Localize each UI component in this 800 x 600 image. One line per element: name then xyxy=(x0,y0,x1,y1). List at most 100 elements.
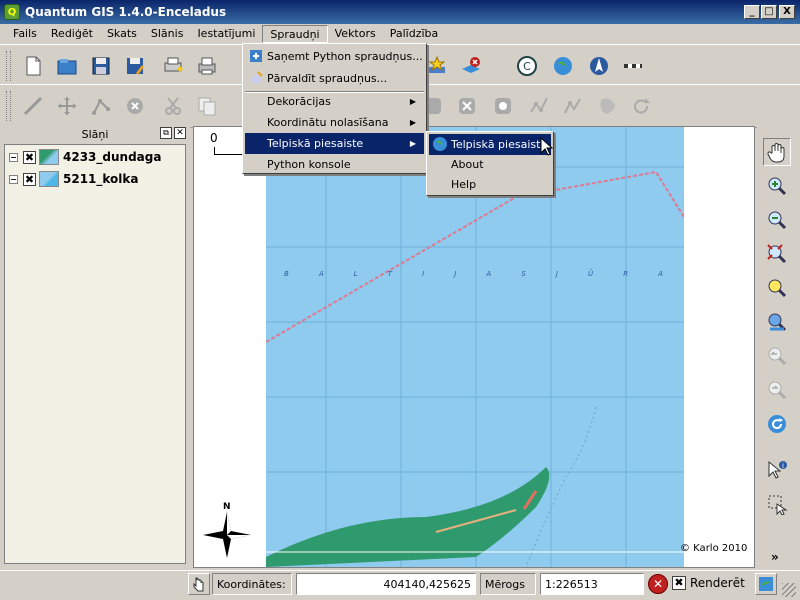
menu-help[interactable]: Palīdzība xyxy=(383,25,446,43)
layer-visibility-checkbox[interactable]: ✖ xyxy=(23,172,36,186)
scale-bar-icon[interactable] xyxy=(620,53,646,79)
select-features-icon[interactable] xyxy=(763,490,791,518)
georeferencer-globe-icon xyxy=(433,137,447,151)
reshape-icon[interactable] xyxy=(526,93,552,119)
maximize-button[interactable]: □ xyxy=(761,5,777,19)
menu-settings[interactable]: Iestatījumi xyxy=(190,25,262,43)
layers-panel-header: Slāņi ⧉ ✕ xyxy=(0,126,190,142)
delete-ring-icon[interactable] xyxy=(454,93,480,119)
coordinates-label: Koordinātes: xyxy=(212,573,292,595)
zoom-last-icon[interactable] xyxy=(763,342,791,370)
delete-part-icon[interactable] xyxy=(490,93,516,119)
close-button[interactable]: X xyxy=(779,5,795,19)
layer-name: 4233_dundaga xyxy=(63,150,162,164)
menu-item-decorations[interactable]: Dekorācijas ▶ xyxy=(245,91,424,112)
node-tool-icon[interactable] xyxy=(88,93,114,119)
stop-render-icon[interactable]: ✕ xyxy=(648,574,668,594)
collapse-icon[interactable]: − xyxy=(9,152,18,162)
submenu-arrow-icon: ▶ xyxy=(409,118,416,127)
scale-field[interactable]: 1:226513 xyxy=(540,573,644,595)
identify-icon[interactable]: i xyxy=(763,456,791,484)
remove-layer-icon[interactable] xyxy=(458,53,484,79)
window-title: Quantum GIS 1.4.0-Enceladus xyxy=(25,5,227,19)
menu-item-label: About xyxy=(451,158,484,171)
resize-grip[interactable] xyxy=(782,583,796,597)
zoom-to-selection-icon[interactable] xyxy=(763,274,791,302)
zoom-next-icon[interactable] xyxy=(763,376,791,404)
projection-icon[interactable] xyxy=(755,573,777,595)
menu-item-georeferencer[interactable]: Telpiskā piesaiste ▶ xyxy=(245,133,424,154)
copy-features-icon[interactable] xyxy=(194,93,220,119)
submenu-item-georeferencer[interactable]: Telpiskā piesaiste xyxy=(429,134,551,155)
menu-item-fetch-python-plugins[interactable]: Saņemt Python spraudņus... xyxy=(245,46,424,67)
menu-item-coordinate-capture[interactable]: Koordinātu nolasīšana ▶ xyxy=(245,112,424,133)
menu-item-label: Koordinātu nolasīšana xyxy=(267,116,389,129)
mouse-cursor-icon xyxy=(540,137,554,156)
layer-tree: − ✖ 4233_dundaga − ✖ 5211_kolka xyxy=(4,144,186,564)
offset-curve-icon[interactable] xyxy=(560,93,586,119)
globe-icon[interactable] xyxy=(550,53,576,79)
zoom-out-icon[interactable] xyxy=(763,206,791,234)
new-project-icon[interactable] xyxy=(20,53,46,79)
refresh-icon[interactable] xyxy=(763,410,791,438)
pan-hand-icon[interactable] xyxy=(763,138,791,166)
submenu-arrow-icon: ▶ xyxy=(409,139,416,148)
sea-label-letter: I xyxy=(422,270,426,278)
sea-label-letter: R xyxy=(623,270,630,278)
simplify-icon[interactable] xyxy=(594,93,620,119)
capture-line-icon[interactable] xyxy=(20,93,46,119)
copyright-icon[interactable]: C xyxy=(514,53,540,79)
menu-file[interactable]: Fails xyxy=(6,25,44,43)
menu-item-label: Pārvaldīt spraudņus... xyxy=(267,72,388,85)
menu-item-label: Telpiskā piesaiste xyxy=(267,137,364,150)
submenu-item-about[interactable]: About xyxy=(429,154,551,175)
north-arrow-icon[interactable] xyxy=(586,53,612,79)
menu-item-label: Help xyxy=(451,178,477,191)
move-feature-icon[interactable] xyxy=(54,93,80,119)
float-panel-icon[interactable]: ⧉ xyxy=(160,127,172,139)
toolbar-grip[interactable] xyxy=(6,51,11,81)
copyright-label: © Karlo 2010 xyxy=(680,543,748,554)
close-panel-icon[interactable]: ✕ xyxy=(174,127,186,139)
zoom-full-icon[interactable] xyxy=(763,240,791,268)
submenu-item-help[interactable]: Help xyxy=(429,174,551,195)
cut-features-icon[interactable] xyxy=(160,93,186,119)
menu-vector[interactable]: Vektors xyxy=(328,25,383,43)
coordinates-field[interactable]: 404140,425625 xyxy=(296,573,476,595)
menu-item-label: Python konsole xyxy=(267,158,351,171)
rotate-icon[interactable] xyxy=(628,93,654,119)
render-checkbox[interactable]: ✖ xyxy=(672,576,686,590)
menu-layer[interactable]: Slānis xyxy=(144,25,191,43)
svg-text:C: C xyxy=(523,60,531,73)
delete-selected-icon[interactable] xyxy=(122,93,148,119)
north-arrow-label: N xyxy=(223,502,231,512)
menu-view[interactable]: Skats xyxy=(100,25,144,43)
add-star-icon[interactable] xyxy=(424,53,450,79)
scale-bar-label: 0 xyxy=(210,131,218,145)
menu-plugins[interactable]: Spraudņi xyxy=(262,25,328,43)
plugins-menu: Saņemt Python spraudņus... Pārvaldīt spr… xyxy=(242,43,427,174)
collapse-icon[interactable]: − xyxy=(9,174,18,184)
menu-item-manage-plugins[interactable]: Pārvaldīt spraudņus... xyxy=(245,68,424,89)
save-as-icon[interactable] xyxy=(122,53,148,79)
toolbar-grip[interactable] xyxy=(6,91,11,121)
render-label: Renderēt xyxy=(690,576,745,590)
zoom-in-icon[interactable] xyxy=(763,172,791,200)
open-project-icon[interactable] xyxy=(54,53,80,79)
layer-item-4233-dundaga[interactable]: − ✖ 4233_dundaga xyxy=(9,147,161,167)
toolbar-overflow-icon[interactable]: » xyxy=(771,550,779,564)
title-bar: Q Quantum GIS 1.4.0-Enceladus _ □ X xyxy=(0,0,800,24)
layer-visibility-checkbox[interactable]: ✖ xyxy=(23,150,36,164)
coordinate-toggle-icon[interactable] xyxy=(188,573,210,595)
layers-panel-title: Slāņi xyxy=(81,127,109,141)
new-print-composer-icon[interactable] xyxy=(160,53,186,79)
menu-edit[interactable]: Rediģēt xyxy=(44,25,100,43)
python-plugin-icon xyxy=(250,50,262,62)
save-project-icon[interactable] xyxy=(88,53,114,79)
print-icon[interactable] xyxy=(194,53,220,79)
menu-item-python-console[interactable]: Python konsole xyxy=(245,154,424,175)
sea-label-letter: A xyxy=(486,270,493,278)
minimize-button[interactable]: _ xyxy=(744,5,760,19)
layer-item-5211-kolka[interactable]: − ✖ 5211_kolka xyxy=(9,169,139,189)
zoom-to-layer-icon[interactable] xyxy=(763,308,791,336)
